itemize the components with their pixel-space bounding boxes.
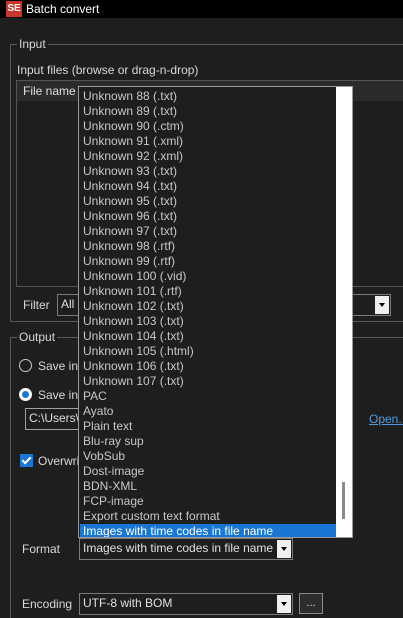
format-option[interactable]: BDN-XML (80, 479, 338, 494)
format-option[interactable]: Unknown 88 (.txt) (80, 89, 338, 104)
format-option[interactable]: Unknown 90 (.ctm) (80, 119, 338, 134)
title-bar: SE Batch convert (0, 0, 403, 18)
format-option[interactable]: Unknown 89 (.txt) (80, 104, 338, 119)
open-folder-link[interactable]: Open... (369, 412, 403, 426)
format-option[interactable]: Unknown 107 (.txt) (80, 374, 338, 389)
format-option[interactable]: Blu-ray sup (80, 434, 338, 449)
format-option[interactable]: Unknown 102 (.txt) (80, 299, 338, 314)
format-option[interactable]: Unknown 101 (.rtf) (80, 284, 338, 299)
encoding-more-button[interactable]: ... (299, 593, 323, 614)
format-option[interactable]: Export custom text format (80, 509, 338, 524)
scrollbar-thumb[interactable] (342, 482, 345, 519)
format-option[interactable]: Unknown 93 (.txt) (80, 164, 338, 179)
chevron-down-icon[interactable] (277, 540, 291, 558)
dropdown-scrollbar[interactable] (336, 87, 352, 537)
format-option[interactable]: Unknown 100 (.vid) (80, 269, 338, 284)
format-value: Images with time codes in file name (83, 541, 274, 555)
format-option[interactable]: Unknown 97 (.txt) (80, 224, 338, 239)
overwrite-checkbox[interactable] (20, 454, 33, 467)
save-in-folder-label[interactable]: Save in (38, 388, 78, 402)
file-name-column-label: File name (23, 84, 76, 98)
format-option[interactable]: Unknown 94 (.txt) (80, 179, 338, 194)
format-options: Unknown 88 (.txt) Unknown 89 (.txt) Unknow… (80, 89, 338, 537)
save-in-folder-radio[interactable] (19, 388, 32, 401)
format-option[interactable]: Unknown 98 (.rtf) (80, 239, 338, 254)
format-option[interactable]: Unknown 105 (.html) (80, 344, 338, 359)
format-option[interactable]: Unknown 91 (.xml) (80, 134, 338, 149)
format-option[interactable]: Unknown 92 (.xml) (80, 149, 338, 164)
save-in-source-radio[interactable] (19, 359, 32, 372)
encoding-value: UTF-8 with BOM (83, 596, 173, 610)
format-option[interactable]: Unknown 106 (.txt) (80, 359, 338, 374)
format-option[interactable]: FCP-image (80, 494, 338, 509)
format-option[interactable]: Ayato (80, 404, 338, 419)
input-group-label: Input (17, 37, 48, 51)
app-logo-icon: SE (6, 1, 22, 17)
output-group-label: Output (17, 330, 58, 344)
format-option[interactable]: PAC (80, 389, 338, 404)
format-option[interactable]: Unknown 95 (.txt) (80, 194, 338, 209)
format-option[interactable]: VobSub (80, 449, 338, 464)
input-files-label: Input files (browse or drag-n-drop) (17, 63, 199, 77)
output-folder-input[interactable]: C:\Users\ (25, 408, 85, 430)
format-option[interactable]: Unknown 103 (.txt) (80, 314, 338, 329)
filter-value: All (61, 297, 75, 311)
format-label: Format (22, 542, 61, 556)
encoding-label: Encoding (22, 597, 73, 611)
encoding-dropdown[interactable]: UTF-8 with BOM (79, 593, 293, 615)
save-in-source-label[interactable]: Save in (38, 359, 78, 373)
chevron-down-icon[interactable] (375, 296, 389, 314)
format-option[interactable]: Images with time codes in file name (80, 524, 338, 537)
format-option[interactable]: Unknown 99 (.rtf) (80, 254, 338, 269)
format-dropdown[interactable]: Images with time codes in file name (79, 538, 293, 560)
format-option[interactable]: Plain text (80, 419, 338, 434)
filter-label: Filter (23, 298, 50, 312)
window-title: Batch convert (26, 2, 100, 16)
chevron-down-icon[interactable] (277, 595, 291, 613)
format-option[interactable]: Dost-image (80, 464, 338, 479)
format-option[interactable]: Unknown 96 (.txt) (80, 209, 338, 224)
format-option[interactable]: Unknown 104 (.txt) (80, 329, 338, 344)
format-dropdown-list[interactable]: Unknown 88 (.txt) Unknown 89 (.txt) Unknow… (78, 86, 353, 538)
overwrite-label[interactable]: Overwri (38, 454, 79, 468)
